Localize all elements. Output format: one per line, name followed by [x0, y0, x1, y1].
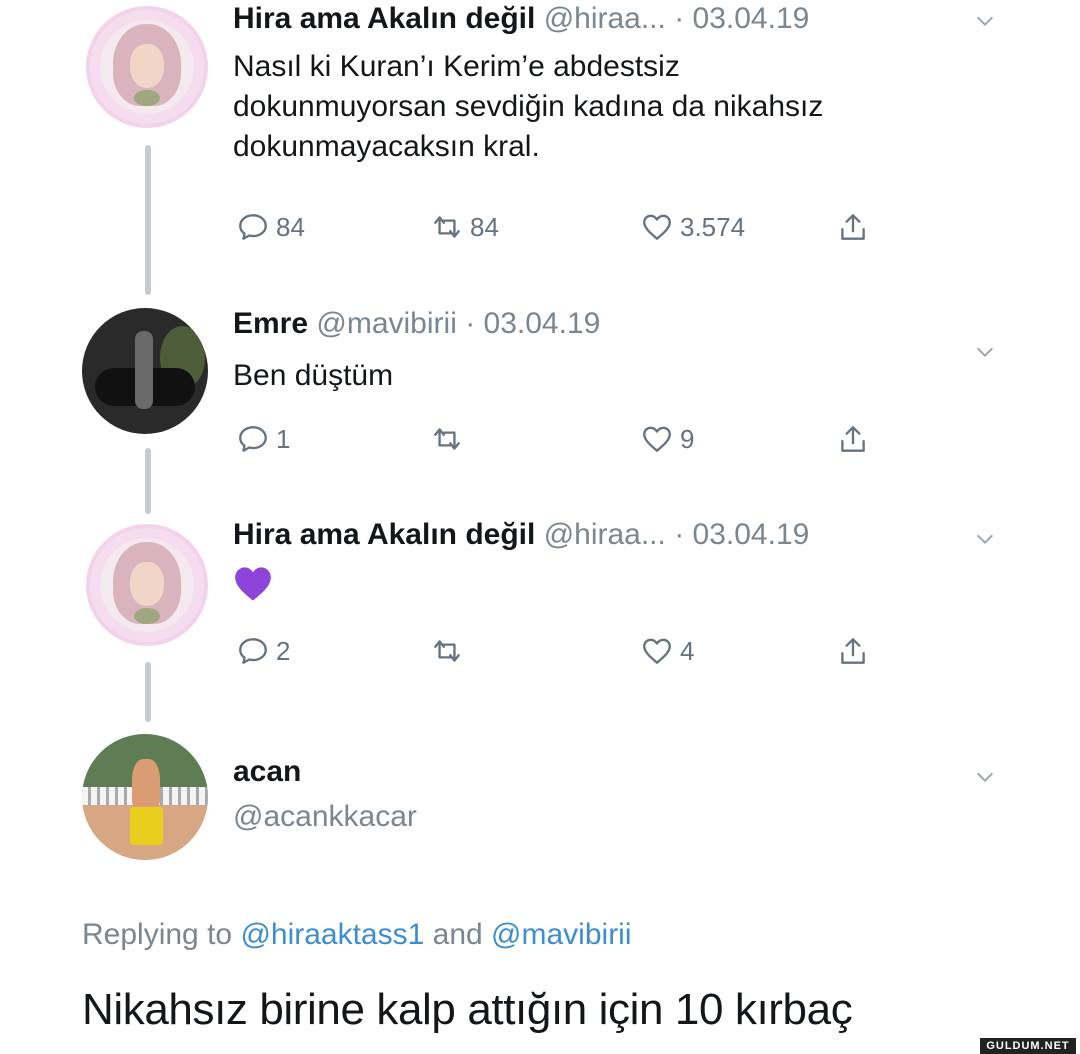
share-button[interactable] — [836, 207, 870, 247]
like-count: 3.574 — [680, 211, 746, 242]
retweet-button[interactable] — [430, 631, 470, 671]
thread-line — [145, 448, 151, 514]
author-name[interactable]: acan — [233, 755, 301, 789]
tweet-text: Ben düştüm — [233, 359, 394, 392]
retweet-icon — [434, 640, 460, 662]
author-handle[interactable]: @hiraa... — [544, 2, 666, 35]
watermark-logo: GULDUM.NET — [980, 1038, 1076, 1054]
like-button[interactable]: 9 — [640, 419, 694, 459]
tweet-text-line: dokunmayacaksın kral. — [233, 130, 540, 163]
retweet-icon — [434, 428, 460, 450]
tweet-date[interactable]: 03.04.19 — [693, 2, 810, 35]
avatar[interactable] — [82, 734, 208, 860]
share-button[interactable] — [836, 631, 870, 671]
mention-link[interactable]: @hiraaktass1 — [240, 918, 424, 951]
reply-count: 2 — [276, 635, 291, 666]
reply-icon — [239, 638, 267, 664]
chevron-down-icon[interactable] — [974, 766, 996, 788]
date-separator: · — [665, 2, 693, 35]
reply-icon — [239, 426, 267, 452]
author-name[interactable]: Hira ama Akalın değil — [233, 2, 535, 35]
heart-icon — [643, 426, 671, 452]
reply-icon — [239, 214, 267, 240]
share-icon — [841, 426, 865, 452]
share-icon — [841, 638, 865, 664]
tweet-date[interactable]: 03.04.19 — [484, 307, 601, 340]
tweet-header: Emre @mavibirii · 03.04.19 — [233, 307, 600, 341]
avatar[interactable] — [82, 308, 208, 434]
chevron-down-icon[interactable] — [974, 10, 996, 32]
thread-line — [145, 662, 151, 722]
chevron-down-icon[interactable] — [974, 341, 996, 363]
author-name[interactable]: Emre — [233, 307, 308, 340]
like-button[interactable]: 3.574 — [640, 207, 745, 247]
tweet-header: Hira ama Akalın değil @hiraa... · 03.04.… — [233, 518, 809, 552]
reply-count: 84 — [276, 211, 305, 242]
reply-button[interactable]: 84 — [236, 207, 305, 247]
thread-line — [145, 145, 151, 295]
retweet-icon — [434, 216, 460, 238]
share-button[interactable] — [836, 419, 870, 459]
author-handle[interactable]: @mavibirii — [316, 307, 456, 340]
date-separator: · — [456, 307, 484, 340]
tweet-date[interactable]: 03.04.19 — [693, 518, 810, 551]
date-separator: · — [665, 518, 693, 551]
share-icon — [841, 214, 865, 240]
tweet-text-line: dokunmuyorsan sevdiğin kadına da nikahsı… — [233, 90, 824, 123]
avatar[interactable] — [86, 6, 208, 128]
and-word: and — [424, 918, 492, 951]
reply-text: Nikahsız birine kalp attığın için 10 kır… — [82, 985, 853, 1034]
retweet-button[interactable]: 84 — [430, 207, 499, 247]
reply-button[interactable]: 2 — [236, 631, 290, 671]
tweet-text-line: Nasıl ki Kuran’ı Kerim’e abdestsiz — [233, 50, 680, 83]
purple-heart-icon — [234, 566, 272, 602]
reply-count: 1 — [276, 423, 291, 454]
author-name[interactable]: Hira ama Akalın değil — [233, 518, 535, 551]
tweet-text: Nasıl ki Kuran’ı Kerim’e abdestsiz dokun… — [233, 47, 823, 167]
replying-to-label: Replying to — [82, 918, 241, 951]
like-count: 4 — [680, 635, 695, 666]
chevron-down-icon[interactable] — [974, 528, 996, 550]
retweet-button[interactable] — [430, 419, 470, 459]
avatar[interactable] — [86, 524, 208, 646]
reply-button[interactable]: 1 — [236, 419, 290, 459]
heart-icon — [643, 214, 671, 240]
heart-icon — [643, 638, 671, 664]
mention-link[interactable]: @mavibirii — [491, 918, 631, 951]
author-handle[interactable]: @hiraa... — [544, 518, 666, 551]
tweet-header: Hira ama Akalın değil @hiraa... · 03.04.… — [233, 2, 809, 36]
like-button[interactable]: 4 — [640, 631, 694, 671]
author-handle[interactable]: @acankkacar — [233, 800, 417, 834]
like-count: 9 — [680, 423, 695, 454]
replying-to: Replying to @hiraaktass1 and @mavibirii — [82, 918, 632, 952]
retweet-count: 84 — [470, 211, 499, 242]
